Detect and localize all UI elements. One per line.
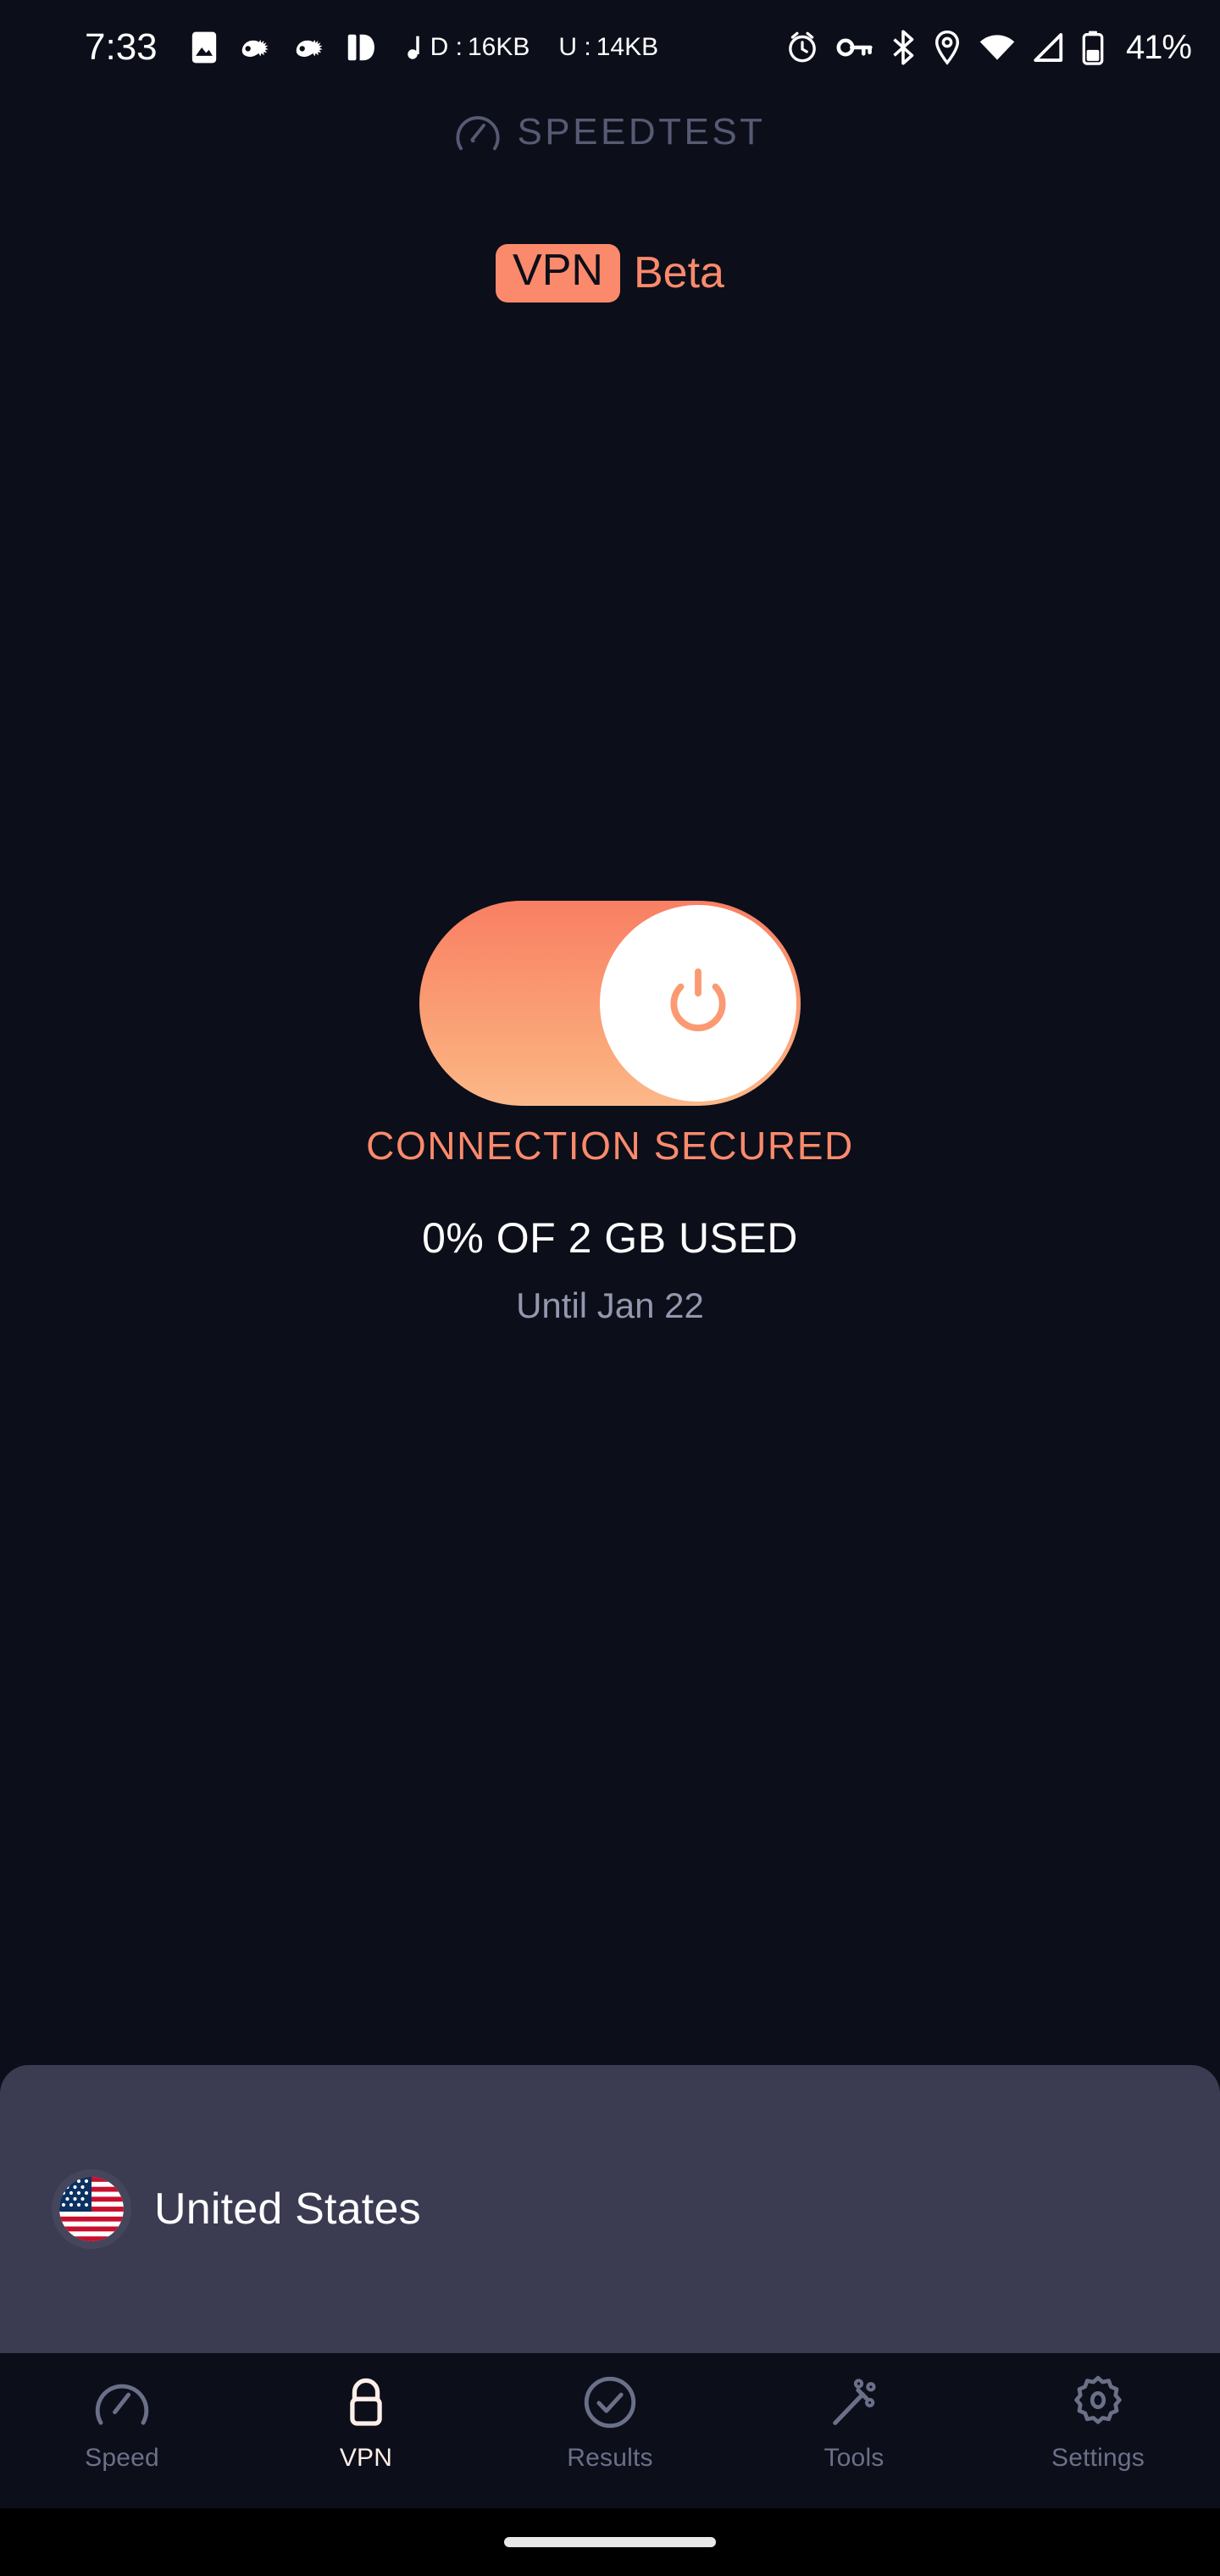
- app-logo-text: SPEEDTEST: [517, 111, 766, 153]
- vpn-key-icon: [836, 35, 873, 60]
- vpn-power-toggle[interactable]: [419, 901, 801, 1106]
- nav-item-results[interactable]: Results: [488, 2372, 732, 2473]
- gear-icon: [1068, 2372, 1128, 2433]
- music-note-icon: [407, 36, 419, 59]
- nav-label-settings: Settings: [1051, 2444, 1145, 2472]
- nav-label-vpn: VPN: [339, 2444, 393, 2472]
- alarm-clock-icon: [785, 31, 819, 64]
- download-value: 16KB: [467, 33, 530, 61]
- speedometer-icon: [454, 108, 502, 156]
- data-usage-text: 0% OF 2 GB USED: [422, 1214, 798, 1262]
- pushbullet-icon: [346, 31, 376, 64]
- nav-label-results: Results: [567, 2444, 653, 2472]
- us-flag-icon: [59, 2177, 124, 2241]
- power-icon: [652, 958, 744, 1049]
- nav-label-tools: Tools: [824, 2444, 884, 2472]
- nav-item-vpn[interactable]: VPN: [244, 2372, 488, 2473]
- bluetooth-icon: [890, 30, 916, 65]
- upload-label: U :: [558, 33, 591, 61]
- vpn-badge: VPN: [496, 244, 620, 303]
- status-bar-clock: 7:33: [85, 26, 158, 68]
- battery-percent: 41%: [1125, 28, 1192, 66]
- nav-item-settings[interactable]: Settings: [976, 2372, 1220, 2473]
- nav-item-tools[interactable]: Tools: [732, 2372, 976, 2473]
- upload-value: 14KB: [596, 33, 659, 61]
- usage-reset-date: Until Jan 22: [516, 1285, 704, 1325]
- nav-item-speed[interactable]: Speed: [0, 2372, 244, 2473]
- cellular-signal-icon: [1033, 31, 1065, 64]
- bottom-navigation-bar: Speed VPN Results Tools Settings: [0, 2353, 1220, 2508]
- status-bar-notification-icons: [190, 31, 376, 64]
- check-circle-icon: [580, 2372, 640, 2433]
- status-bar-system-icons: 41%: [785, 28, 1192, 67]
- vpn-toggle-container: [0, 901, 1220, 1106]
- page-title: VPN Beta: [0, 244, 1220, 303]
- app-screen: 7:33 D : 16KB U : 14KB 41% SPEEDTEST VPN…: [0, 0, 1220, 2576]
- home-indicator[interactable]: [504, 2537, 716, 2547]
- status-bar: 7:33 D : 16KB U : 14KB 41%: [0, 0, 1220, 95]
- hedgehog-icon: [291, 32, 327, 63]
- magic-wand-icon: [824, 2372, 884, 2433]
- country-selector-panel[interactable]: United States: [0, 2065, 1220, 2353]
- wifi-icon: [979, 33, 1016, 62]
- toggle-knob[interactable]: [600, 905, 796, 1102]
- system-navigation-area: [0, 2508, 1220, 2576]
- status-bar-traffic: D : 16KB U : 14KB: [407, 33, 658, 62]
- speedometer-icon: [92, 2372, 152, 2433]
- hedgehog-icon: [237, 32, 273, 63]
- connection-status-text: CONNECTION SECURED: [366, 1124, 854, 1168]
- upload-traffic: U : 14KB: [558, 33, 658, 62]
- image-icon: [190, 31, 219, 64]
- nav-label-speed: Speed: [85, 2444, 159, 2472]
- country-name-label: United States: [154, 2185, 421, 2234]
- download-traffic: D : 16KB: [407, 33, 530, 62]
- download-label: D :: [430, 33, 463, 61]
- lock-icon: [336, 2372, 396, 2433]
- beta-label: Beta: [633, 248, 724, 298]
- app-logo: SPEEDTEST: [0, 108, 1220, 156]
- battery-icon: [1082, 30, 1104, 65]
- location-pin-icon: [933, 30, 962, 65]
